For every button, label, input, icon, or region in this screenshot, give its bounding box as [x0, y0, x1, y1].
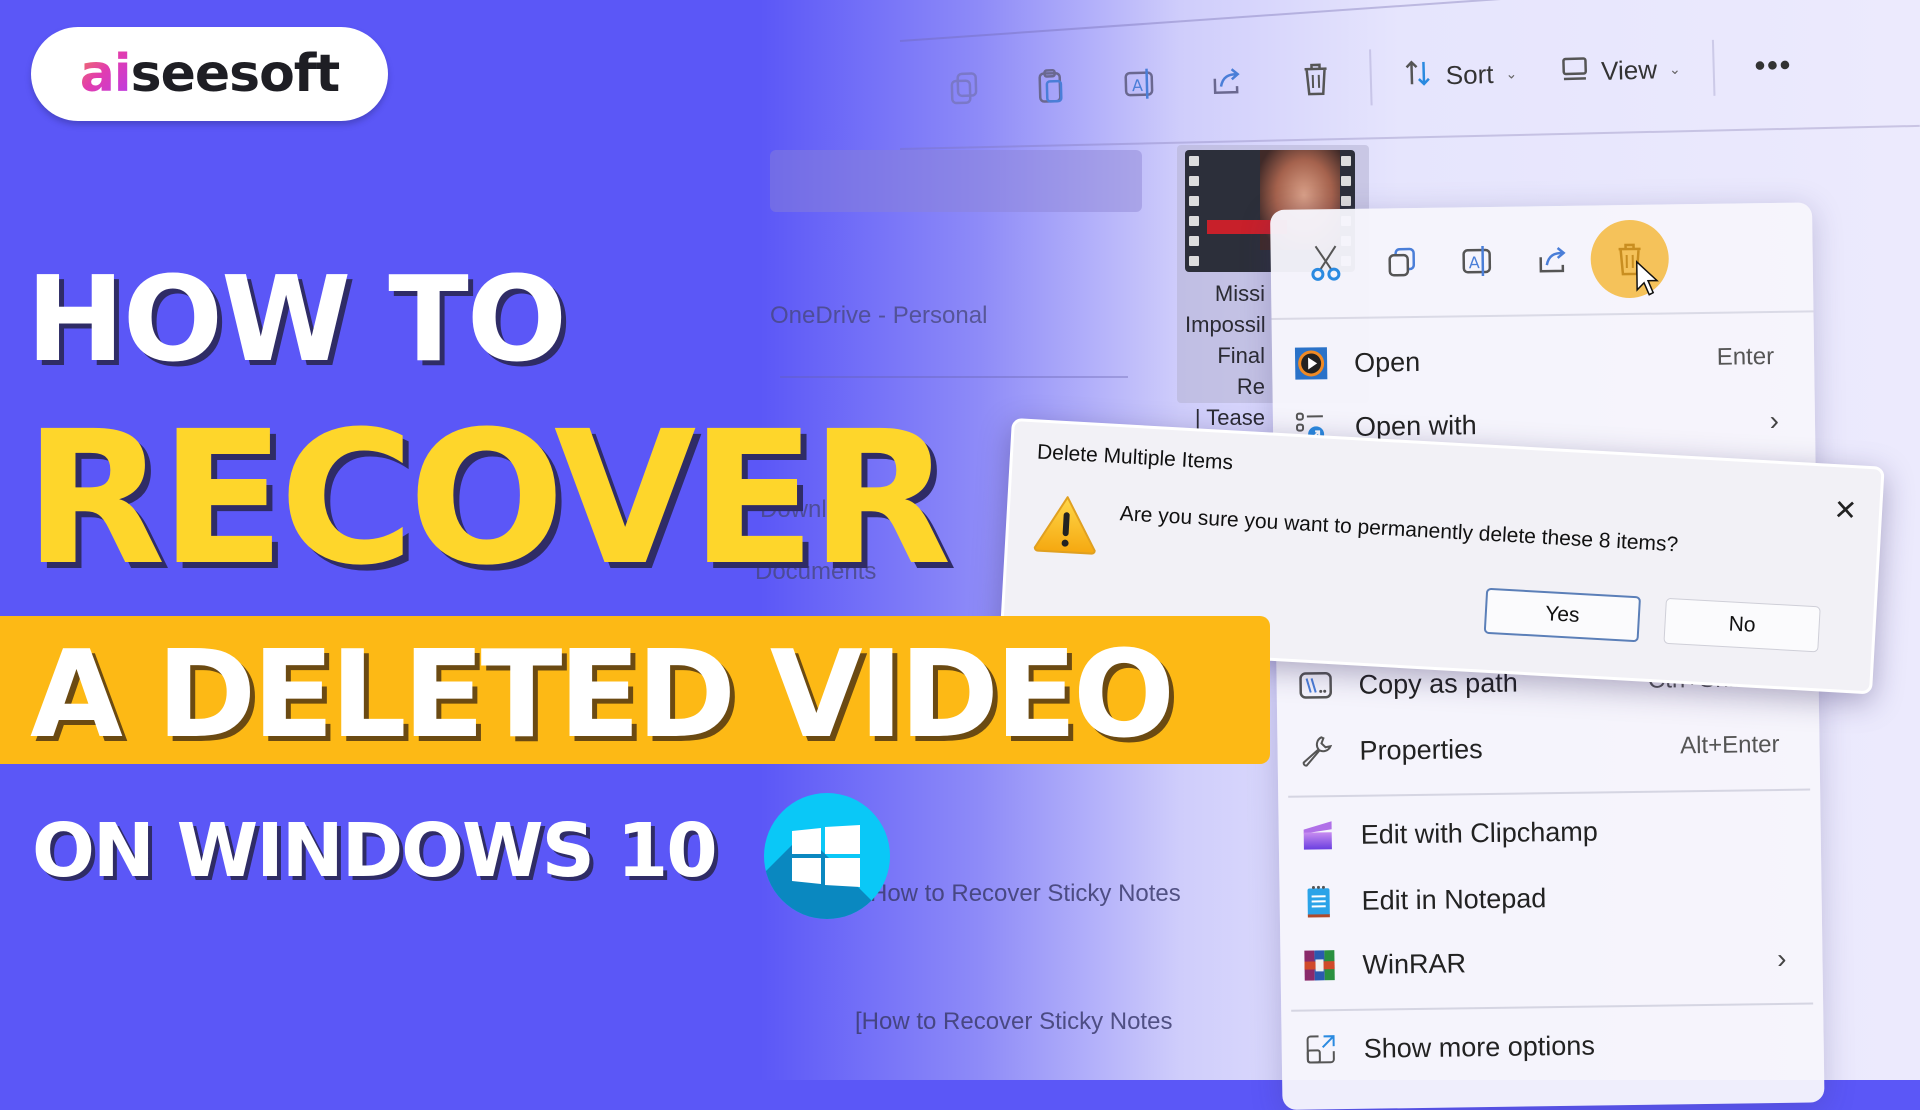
- nav-selected-item[interactable]: [770, 150, 1142, 212]
- show-more-icon: [1301, 1030, 1340, 1069]
- headline-line-1: HOW TO: [26, 250, 565, 388]
- headline-line-3: A DELETED VIDEO: [30, 626, 1171, 765]
- no-button[interactable]: No: [1663, 598, 1820, 653]
- view-button[interactable]: View ⌄: [1539, 51, 1704, 91]
- menu-item-open[interactable]: Open Enter: [1292, 329, 1795, 392]
- notepad-icon: [1299, 882, 1338, 921]
- menu-separator: [1288, 789, 1810, 798]
- dialog-title: Delete Multiple Items: [1036, 440, 1233, 475]
- view-label: View: [1601, 54, 1658, 87]
- menu-separator: [1291, 1002, 1813, 1011]
- chevron-right-icon: ›: [1769, 405, 1779, 437]
- dialog-message: Are you sure you want to permanently del…: [1119, 502, 1679, 557]
- paste-icon[interactable]: [1007, 57, 1097, 115]
- view-icon: [1561, 54, 1590, 90]
- nav-divider: [780, 376, 1128, 378]
- file-name: Missi Impossil Final Re | Tease: [1185, 278, 1265, 433]
- toolbar-divider: [900, 125, 1920, 150]
- menu-item-edit-with-clipchamp[interactable]: Edit with Clipchamp: [1298, 801, 1801, 864]
- rename-icon[interactable]: A: [1095, 55, 1185, 113]
- svg-text:A: A: [1469, 253, 1480, 272]
- svg-text:A: A: [1132, 76, 1144, 95]
- windows-logo-icon: [764, 793, 890, 919]
- copy-icon[interactable]: [1366, 227, 1437, 298]
- film-strip-icon: [1189, 156, 1199, 266]
- menu-item-winrar[interactable]: WinRAR ›: [1300, 931, 1803, 994]
- more-options-button[interactable]: •••: [1724, 48, 1822, 85]
- nav-item-onedrive[interactable]: OneDrive - Personal: [770, 302, 987, 330]
- copy-path-icon: [1296, 666, 1335, 705]
- logo-prefix: ai: [80, 44, 131, 104]
- share-icon[interactable]: [1518, 225, 1589, 296]
- headline-line-2: RECOVER: [24, 392, 946, 606]
- cut-icon[interactable]: [1290, 228, 1361, 299]
- menu-item-properties[interactable]: Properties Alt+Enter: [1297, 717, 1800, 780]
- delete-icon[interactable]: [1271, 50, 1361, 108]
- share-icon[interactable]: [1183, 52, 1273, 110]
- toolbar-separator: [1369, 49, 1373, 105]
- rename-icon[interactable]: A: [1442, 226, 1513, 297]
- sort-button[interactable]: Sort ⌄: [1381, 54, 1539, 95]
- explorer-toolbar: A Sort ⌄ View ⌄ •••: [919, 27, 1920, 125]
- toolbar-separator: [1712, 40, 1716, 96]
- recent-item[interactable]: How to Recover Sticky Notes: [870, 880, 1181, 908]
- logo-suffix: seesoft: [131, 44, 340, 104]
- aiseesoft-logo: aiseesoft: [31, 27, 388, 121]
- wrench-icon: [1297, 732, 1336, 771]
- mouse-cursor-icon: [1635, 260, 1662, 300]
- headline-line-4: ON WINDOWS 10: [32, 808, 716, 894]
- yes-button[interactable]: Yes: [1484, 588, 1641, 643]
- warning-icon: [1032, 492, 1101, 556]
- media-player-icon: [1292, 344, 1331, 383]
- quick-actions-bar: A: [1270, 202, 1813, 320]
- copy-icon[interactable]: [919, 60, 1009, 118]
- winrar-icon: [1300, 946, 1339, 985]
- chevron-down-icon: ⌄: [1669, 60, 1681, 77]
- delete-button[interactable]: [1594, 223, 1665, 294]
- menu-item-show-more-options[interactable]: Show more options: [1301, 1015, 1804, 1078]
- menu-item-edit-in-notepad[interactable]: Edit in Notepad: [1299, 867, 1802, 930]
- close-icon[interactable]: ✕: [1833, 493, 1858, 527]
- sort-label: Sort: [1445, 58, 1494, 90]
- chevron-down-icon: ⌄: [1505, 65, 1517, 82]
- sort-icon: [1403, 57, 1434, 95]
- recent-item[interactable]: [How to Recover Sticky Notes: [855, 1008, 1172, 1036]
- clipchamp-icon: [1298, 816, 1337, 855]
- chevron-right-icon: ›: [1777, 943, 1787, 975]
